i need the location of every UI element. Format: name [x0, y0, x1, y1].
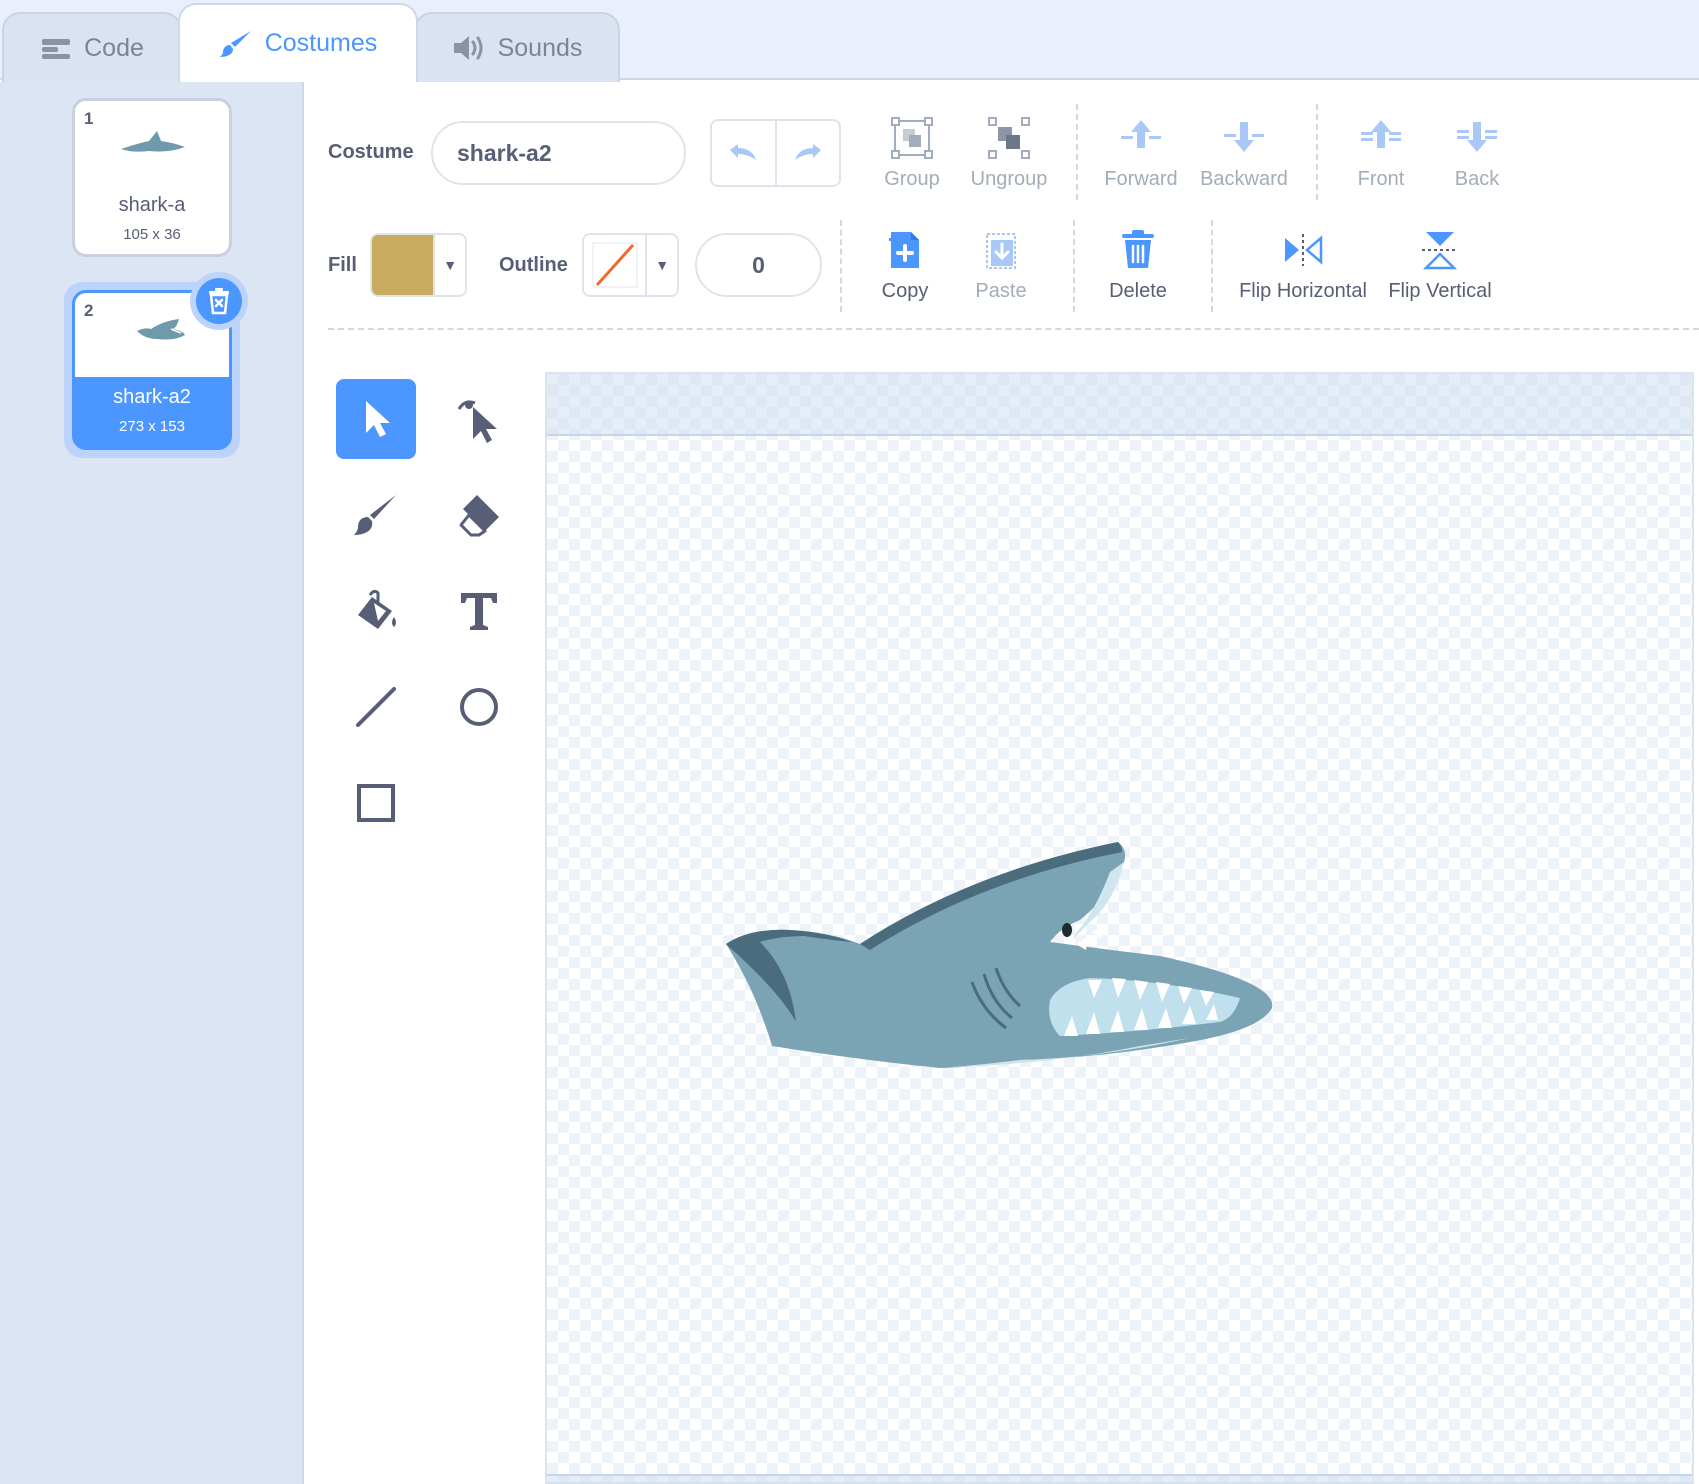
trash-icon [209, 288, 229, 315]
forward-icon [1121, 120, 1161, 148]
text-icon [461, 593, 497, 630]
costume-size: 105 x 36 [123, 226, 181, 243]
forward-button[interactable]: Forward [1086, 112, 1196, 191]
costume-thumbnail [121, 131, 185, 152]
editor-tab-bar: Code Costumes Sounds [0, 0, 1699, 82]
paint-bucket-icon [358, 589, 396, 629]
group-icon [891, 117, 933, 159]
copy-icon [889, 232, 919, 268]
paste-icon [986, 233, 1016, 269]
costume-name: shark-a [118, 194, 186, 216]
rectangle-tool[interactable] [336, 763, 416, 843]
redo-icon [794, 144, 821, 160]
fill-dropdown-arrow: ▼ [443, 257, 458, 273]
costume-name-input[interactable]: shark-a2 [431, 121, 686, 185]
redo-button[interactable] [777, 121, 840, 185]
costume-name-label: Costume [328, 141, 414, 163]
fill-color-swatch [372, 235, 436, 295]
eraser-tool[interactable] [439, 475, 519, 555]
select-tool[interactable] [336, 379, 416, 459]
ungroup-icon [988, 117, 1030, 159]
costume-number: 2 [84, 301, 94, 320]
canvas-bottom-overflow [547, 1474, 1692, 1484]
tab-costumes-label: Costumes [264, 29, 378, 57]
delete-button[interactable]: Delete [1083, 224, 1193, 303]
outline-label: Outline [499, 254, 568, 276]
backward-button[interactable]: Backward [1189, 112, 1299, 191]
paste-button[interactable]: Paste [946, 224, 1056, 303]
undo-button[interactable] [712, 121, 777, 185]
fill-label: Fill [328, 254, 357, 276]
eraser-icon [459, 495, 499, 537]
toolbar-divider [1316, 104, 1318, 200]
tab-code[interactable]: Code [2, 12, 182, 82]
outline-color-swatch [584, 235, 648, 295]
reshape-icon [457, 400, 497, 443]
undo-icon [730, 144, 757, 160]
code-icon [40, 36, 72, 60]
circle-tool[interactable] [439, 667, 519, 747]
rectangle-icon [357, 784, 395, 822]
tab-code-label: Code [84, 33, 144, 62]
text-tool[interactable] [439, 571, 519, 651]
no-color-icon [592, 242, 638, 288]
circle-icon [460, 688, 498, 726]
flip-horizontal-button[interactable]: Flip Horizontal [1228, 224, 1378, 303]
costume-item-shark-a[interactable]: 1 shark-a 105 x 36 [72, 98, 232, 257]
toolbar-divider [1073, 220, 1075, 312]
front-icon [1361, 120, 1401, 148]
tab-costumes[interactable]: Costumes [178, 3, 418, 82]
fill-tool[interactable] [336, 571, 416, 651]
trash-icon [1122, 230, 1154, 268]
toolbar-divider [840, 220, 842, 312]
paintbrush-icon [219, 29, 253, 59]
line-icon [356, 687, 396, 727]
toolbar-bottom-divider [328, 328, 1699, 330]
flip-horizontal-icon [1285, 234, 1323, 266]
back-button[interactable]: Back [1422, 112, 1532, 191]
copy-button[interactable]: Copy [850, 224, 960, 303]
back-icon [1457, 122, 1497, 152]
outline-dropdown-arrow: ▼ [655, 257, 670, 273]
front-button[interactable]: Front [1326, 112, 1436, 191]
reshape-tool[interactable] [439, 379, 519, 459]
toolbar-divider [1076, 104, 1078, 200]
shark-costume-drawing[interactable] [720, 832, 1280, 1072]
speaker-icon [452, 34, 486, 62]
costume-name: shark-a2 [113, 386, 191, 408]
ungroup-button[interactable]: Ungroup [954, 112, 1064, 191]
undo-redo-group [710, 119, 841, 187]
tab-sounds-label: Sounds [497, 33, 583, 62]
line-tool[interactable] [336, 667, 416, 747]
flip-vertical-button[interactable]: Flip Vertical [1375, 224, 1505, 303]
flip-vertical-icon [1422, 232, 1458, 270]
group-button[interactable]: Group [857, 112, 967, 191]
brush-icon [354, 495, 396, 535]
brush-tool[interactable] [336, 475, 416, 555]
costume-thumbnail [137, 319, 185, 340]
backward-icon [1224, 122, 1264, 152]
outline-color-picker[interactable]: ▼ [582, 233, 679, 297]
tab-sounds[interactable]: Sounds [414, 12, 620, 82]
arrow-cursor-icon [366, 401, 390, 437]
costume-size: 273 x 153 [119, 418, 185, 435]
canvas-top-overflow [547, 374, 1692, 436]
costume-number: 1 [84, 109, 94, 128]
outline-width-input[interactable]: 0 [695, 233, 822, 297]
fill-color-picker[interactable]: ▼ [370, 233, 467, 297]
delete-costume-button[interactable] [190, 272, 248, 330]
toolbar-divider [1211, 220, 1213, 312]
